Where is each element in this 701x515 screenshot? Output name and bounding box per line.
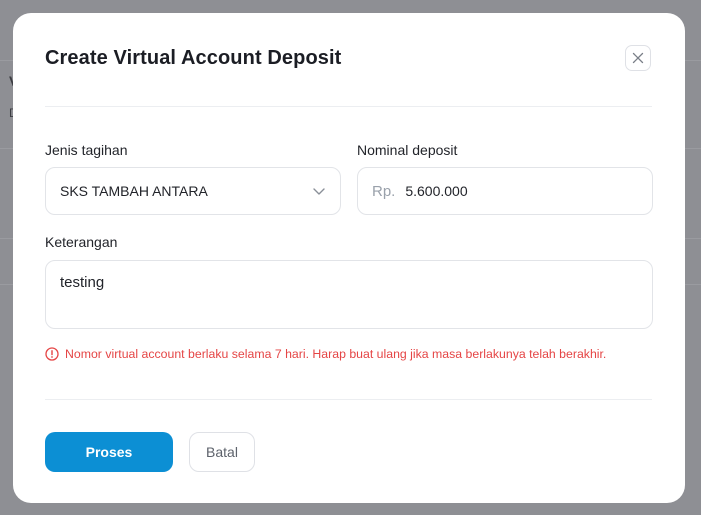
validity-warning: Nomor virtual account berlaku selama 7 h… [45, 347, 606, 361]
proses-button[interactable]: Proses [45, 432, 173, 472]
nominal-deposit-value: 5.600.000 [405, 183, 468, 199]
alert-circle-icon [45, 347, 59, 361]
chevron-down-icon [313, 188, 325, 195]
modal-title: Create Virtual Account Deposit [45, 47, 342, 69]
warning-text: Nomor virtual account berlaku selama 7 h… [65, 347, 607, 361]
create-va-deposit-modal: Create Virtual Account Deposit Jenis tag… [13, 13, 685, 503]
batal-button[interactable]: Batal [189, 432, 255, 472]
jenis-tagihan-label: Jenis tagihan [45, 142, 128, 158]
keterangan-label: Keterangan [45, 234, 118, 250]
currency-prefix: Rp. [372, 182, 396, 200]
footer-divider [45, 399, 652, 400]
nominal-deposit-input[interactable]: Rp. 5.600.000 [357, 167, 653, 215]
nominal-deposit-label: Nominal deposit [357, 142, 458, 158]
jenis-tagihan-value: SKS TAMBAH ANTARA [60, 183, 208, 199]
header-divider [45, 106, 652, 107]
keterangan-textarea[interactable]: testing [45, 260, 653, 329]
close-button[interactable] [625, 45, 651, 71]
close-icon [632, 52, 644, 64]
keterangan-value: testing [60, 274, 105, 291]
jenis-tagihan-select[interactable]: SKS TAMBAH ANTARA [45, 167, 341, 215]
